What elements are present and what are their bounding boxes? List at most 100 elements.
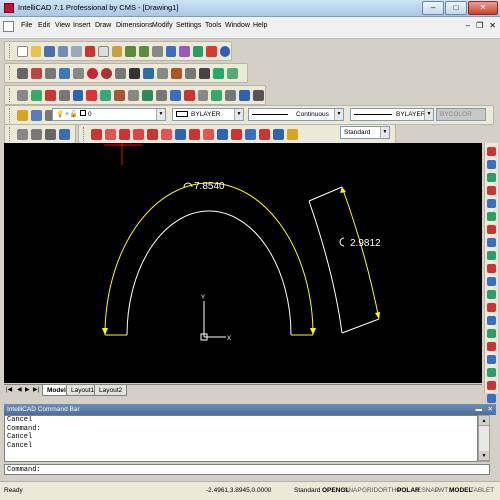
layer-previous-icon[interactable]	[31, 109, 42, 121]
trim-icon[interactable]	[142, 89, 153, 101]
tolerance-icon[interactable]	[217, 128, 228, 140]
osnap-extra3-icon[interactable]	[487, 381, 496, 390]
rotate-icon[interactable]	[100, 89, 112, 101]
match-properties-icon[interactable]	[152, 45, 163, 57]
command-bar-header[interactable]: IntelliCAD Command Bar ▬ ✕	[4, 404, 496, 415]
center-mark-icon[interactable]	[231, 128, 242, 140]
dim-ordinate-icon[interactable]	[119, 128, 130, 140]
dim-style-icon[interactable]	[287, 128, 298, 140]
tab-prev-icon[interactable]: ◀	[17, 386, 22, 393]
help-icon[interactable]	[219, 45, 231, 57]
open-icon[interactable]	[30, 45, 41, 57]
osnap-none-icon[interactable]	[487, 316, 496, 325]
osnap-midpoint-icon[interactable]	[487, 160, 496, 169]
menu-window[interactable]: Window	[225, 22, 250, 29]
toggle-lwt[interactable]: LWT	[435, 482, 448, 500]
shade-icon[interactable]	[59, 128, 70, 140]
ellipse-icon[interactable]	[73, 67, 84, 79]
extend-icon[interactable]	[155, 89, 167, 101]
point-icon[interactable]	[87, 67, 98, 79]
dim-diameter-icon[interactable]	[147, 128, 158, 140]
chamfer-icon[interactable]	[183, 89, 195, 101]
print-icon[interactable]	[57, 45, 68, 57]
copy-object-icon[interactable]	[30, 89, 42, 101]
pin-icon[interactable]: ▬	[476, 404, 483, 415]
join-icon[interactable]	[253, 89, 265, 101]
view-box-icon[interactable]	[45, 128, 56, 140]
delete-icon[interactable]	[206, 45, 217, 57]
menu-view[interactable]: View	[55, 22, 70, 29]
arc-dimension-line[interactable]	[104, 182, 314, 336]
osnap-center-icon[interactable]	[487, 173, 496, 182]
pedit-icon[interactable]	[225, 89, 237, 101]
tab-last-icon[interactable]: ▶|	[33, 386, 39, 393]
scale-icon[interactable]	[114, 89, 126, 101]
mdi-close-button[interactable]: ✕	[489, 21, 496, 30]
cut-icon[interactable]	[84, 45, 95, 57]
chevron-down-icon[interactable]: ▼	[334, 109, 343, 120]
dim-angular-icon[interactable]	[161, 128, 172, 140]
properties-icon[interactable]	[165, 45, 177, 57]
osnap-extra2-icon[interactable]	[487, 368, 496, 377]
new-icon[interactable]	[16, 45, 28, 57]
maximize-button[interactable]: □	[445, 1, 467, 15]
print-preview-icon[interactable]	[71, 45, 82, 57]
explode-icon[interactable]	[211, 89, 223, 101]
tab-first-icon[interactable]: |◀	[6, 386, 12, 393]
chevron-down-icon[interactable]: ▼	[156, 109, 165, 120]
line-icon[interactable]	[17, 67, 28, 79]
osnap-extra4-icon[interactable]	[487, 394, 496, 403]
block-icon[interactable]	[157, 67, 168, 79]
leader-icon[interactable]	[203, 128, 214, 140]
close-button[interactable]: ✕	[468, 1, 498, 15]
app-icon[interactable]	[4, 3, 14, 13]
menu-help[interactable]: Help	[253, 22, 267, 29]
menu-tools[interactable]: Tools	[205, 22, 221, 29]
redo-icon[interactable]	[138, 45, 150, 57]
chevron-down-icon[interactable]: ▼	[424, 109, 433, 120]
osnap-clear-icon[interactable]	[487, 342, 496, 351]
inner-arc[interactable]	[126, 210, 292, 336]
dim-text-edit-icon[interactable]	[259, 128, 270, 140]
toggle-tablet[interactable]: TABLET	[470, 482, 494, 500]
mdi-restore-button[interactable]: ❐	[476, 21, 483, 30]
minimize-button[interactable]: –	[422, 1, 444, 15]
menu-modify[interactable]: Modify	[152, 22, 173, 29]
drawing-svg[interactable]: 7.8540 2.9812 Y X	[4, 143, 482, 383]
toggle-grid[interactable]: GRID	[362, 482, 378, 500]
document-icon[interactable]	[3, 21, 14, 32]
break-icon[interactable]	[169, 89, 181, 101]
drawing-canvas[interactable]: 7.8540 2.9812 Y X	[4, 143, 482, 383]
hatch-icon[interactable]	[129, 67, 140, 79]
color-dropdown[interactable]: BYLAYER ▼	[172, 108, 244, 121]
scroll-up-icon[interactable]: ▲	[479, 416, 489, 426]
osnap-insertion-icon[interactable]	[487, 225, 496, 234]
osnap-endpoint-icon[interactable]	[487, 147, 496, 156]
view-3d-icon[interactable]	[31, 128, 42, 140]
array-icon[interactable]	[72, 89, 84, 101]
osnap-node-icon[interactable]	[487, 186, 496, 195]
toggle-model[interactable]: MODEL	[449, 482, 472, 500]
command-input[interactable]: Command:	[4, 464, 490, 475]
dimstyle-dropdown[interactable]: Standard ▼	[340, 126, 390, 139]
menu-draw[interactable]: Draw	[95, 22, 111, 29]
erase-icon[interactable]	[16, 89, 28, 101]
arc-dimension-text[interactable]: 7.8540	[194, 181, 225, 192]
dim-update-icon[interactable]	[273, 128, 284, 140]
menu-edit[interactable]: Edit	[38, 22, 50, 29]
osnap-apparent-icon[interactable]	[487, 277, 496, 286]
right-edge-left[interactable]	[308, 200, 343, 334]
offset-icon[interactable]	[58, 89, 70, 101]
donut-icon[interactable]	[101, 67, 112, 79]
fillet-icon[interactable]	[197, 89, 209, 101]
osnap-quick-icon[interactable]	[487, 303, 496, 312]
dim-linear-icon[interactable]	[91, 128, 102, 140]
tab-next-icon[interactable]: ▶	[25, 386, 30, 393]
polyline-icon[interactable]	[31, 67, 42, 79]
osnap-extra-icon[interactable]	[487, 355, 496, 364]
chevron-down-icon[interactable]: ▼	[380, 127, 389, 138]
osnap-intersection-icon[interactable]	[487, 212, 496, 221]
aligned-dimension-text[interactable]: 2.9812	[350, 238, 381, 249]
arc-icon[interactable]	[45, 67, 56, 79]
dim-aligned-icon[interactable]	[105, 128, 116, 140]
